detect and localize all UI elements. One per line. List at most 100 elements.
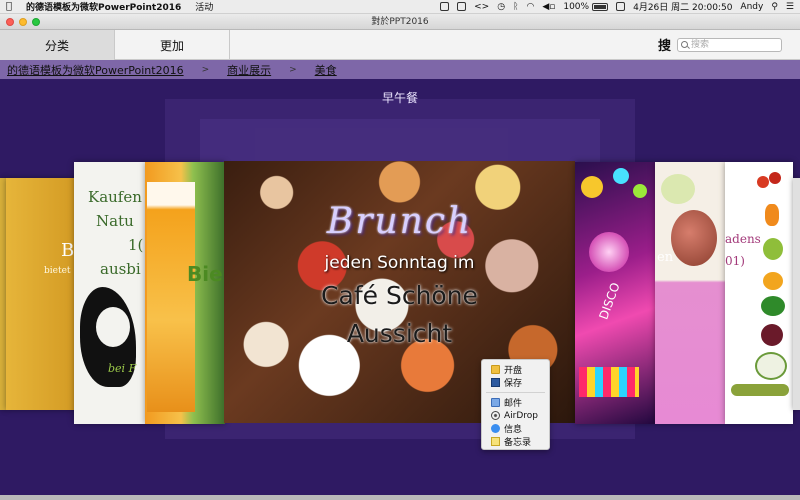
folder-icon [491,365,500,374]
template-thumbnail[interactable]: adens 01) [725,162,793,424]
food-photo [661,174,695,204]
dance-floor [579,367,639,397]
breadcrumb-separator: > [201,64,210,75]
slide-text: adens [725,232,761,246]
menu-bar:  的德语模板为微软PowerPoint2016 活动 <> ◷ ᚱ ◠ ◀▫ … [0,0,800,14]
breadcrumb: 的德语模板为微软PowerPoint2016 > 商业展示 > 美食 [0,60,800,79]
search-label: 搜 [657,39,671,54]
battery-percent: 100% [563,1,590,12]
slide-text: Kaufen [88,188,142,206]
volume-icon[interactable]: ◀▫ [542,2,555,12]
airplay-icon[interactable] [457,2,467,11]
menu-item-mail[interactable]: 邮件 [482,396,549,409]
save-icon [491,378,500,387]
search-input[interactable] [691,38,781,51]
vegetable-icon [763,238,783,260]
spotlight-icon[interactable]: ⚲ [771,2,778,12]
disco-ball [589,232,629,272]
search-area: 搜 [658,30,800,59]
slide-subtitle: jeden Sonntag im [324,253,475,273]
menu-item-airdrop[interactable]: AirDrop [482,409,549,422]
template-thumbnail[interactable]: Kaufen Natu 1( ausbi bei F [74,162,146,424]
breadcrumb-item-template-set[interactable]: 的德语模板为微软PowerPoint2016 [7,62,184,78]
breadcrumb-item-business[interactable]: 商业展示 [227,62,271,78]
menu-item-notes[interactable]: 备忘录 [482,435,549,448]
minimize-button[interactable] [19,18,27,26]
menu-divider [486,392,545,393]
battery-status[interactable]: 100% [563,1,609,12]
slide-text: B [61,240,75,261]
menu-item-save[interactable]: 保存 [482,376,549,389]
food-photo [671,210,717,266]
slide-text: DISCO [596,280,623,322]
menu-item-label: 备忘录 [504,438,532,448]
toolbar: 分类 更加 搜 [0,30,800,60]
vegetable-icon [761,324,783,346]
window-titlebar: 對於PPT2016 [0,14,800,30]
vegetable-icon [757,176,769,188]
slide-text: bei F [108,362,137,375]
wifi-icon[interactable]: ◠ [526,2,534,12]
notification-center-icon[interactable]: ☰ [786,2,794,12]
zoom-button[interactable] [32,18,40,26]
slide-text: 1( [128,236,144,254]
status-area: <> ◷ ᚱ ◠ ◀▫ 100% 4月26日 周二 20:00:50 Andy … [440,0,794,13]
vegetable-icon [755,352,787,380]
window-controls [6,18,40,26]
bluetooth-icon[interactable]: ᚱ [513,2,518,12]
menu-app-name[interactable]: 的德语模板为微软PowerPoint2016 [26,0,181,13]
template-thumbnail[interactable]: B bietet [6,178,78,410]
search-icon [681,41,688,48]
vegetable-icon [765,204,779,226]
time-machine-icon[interactable]: ◷ [497,2,505,12]
share-menu: 开盘 保存 邮件 AirDrop 信息 备忘录 [481,359,550,450]
apple-icon[interactable]:  [6,1,12,12]
search-field[interactable] [677,37,782,52]
disco-light [633,184,647,198]
window-title: 對於PPT2016 [371,17,429,27]
menu-item-open[interactable]: 开盘 [482,363,549,376]
disco-light [581,176,603,198]
slide-text: 01) [725,254,745,268]
breadcrumb-item-food[interactable]: 美食 [315,62,337,78]
template-thumbnail[interactable]: en [655,162,725,424]
menu-item-label: 信息 [504,425,523,435]
vegetable-icon [763,272,783,290]
menu-item-messages[interactable]: 信息 [482,422,549,435]
cow-pattern [96,307,130,347]
template-thumbnail[interactable]: DISCO [575,162,655,424]
vegetable-icon [761,296,785,316]
slide-text: Natu [96,212,134,230]
menu-activity[interactable]: 活动 [195,0,213,13]
slide-heading: Café Schöne [321,281,478,310]
slide-text: bietet [44,266,71,276]
close-button[interactable] [6,18,14,26]
clock[interactable]: 4月26日 周二 20:00:50 [633,0,732,13]
template-thumbnail[interactable] [793,178,800,410]
battery-icon [592,2,609,11]
tab-more[interactable]: 更加 [115,30,230,60]
notes-icon [491,437,500,446]
tab-categories[interactable]: 分类 [0,30,115,60]
template-gallery: 早午餐 B bietet Kaufen Natu 1( ausbi bei F … [0,79,800,500]
messages-icon [491,424,500,433]
beer-glass [147,182,195,412]
airdrop-icon [491,411,500,420]
status-app-icon[interactable] [440,2,450,11]
gallery-title: 早午餐 [381,91,418,105]
user-name[interactable]: Andy [740,2,763,12]
menu-item-label: AirDrop [504,410,539,421]
slide-text: ausbi [100,260,141,278]
menu-item-label: 开盘 [504,366,523,376]
vegetable-icon [769,172,781,184]
dock-edge [0,495,800,500]
disco-light [613,168,629,184]
vegetable-icon [731,384,789,396]
slide-text: Bier [187,262,225,286]
slide-text: en [657,250,674,265]
template-thumbnail[interactable]: Bier [145,162,225,424]
slide-title: Brunch [326,201,473,242]
input-source-icon[interactable] [616,2,626,11]
code-icon[interactable]: <> [474,2,489,12]
menu-item-label: 保存 [504,379,523,389]
